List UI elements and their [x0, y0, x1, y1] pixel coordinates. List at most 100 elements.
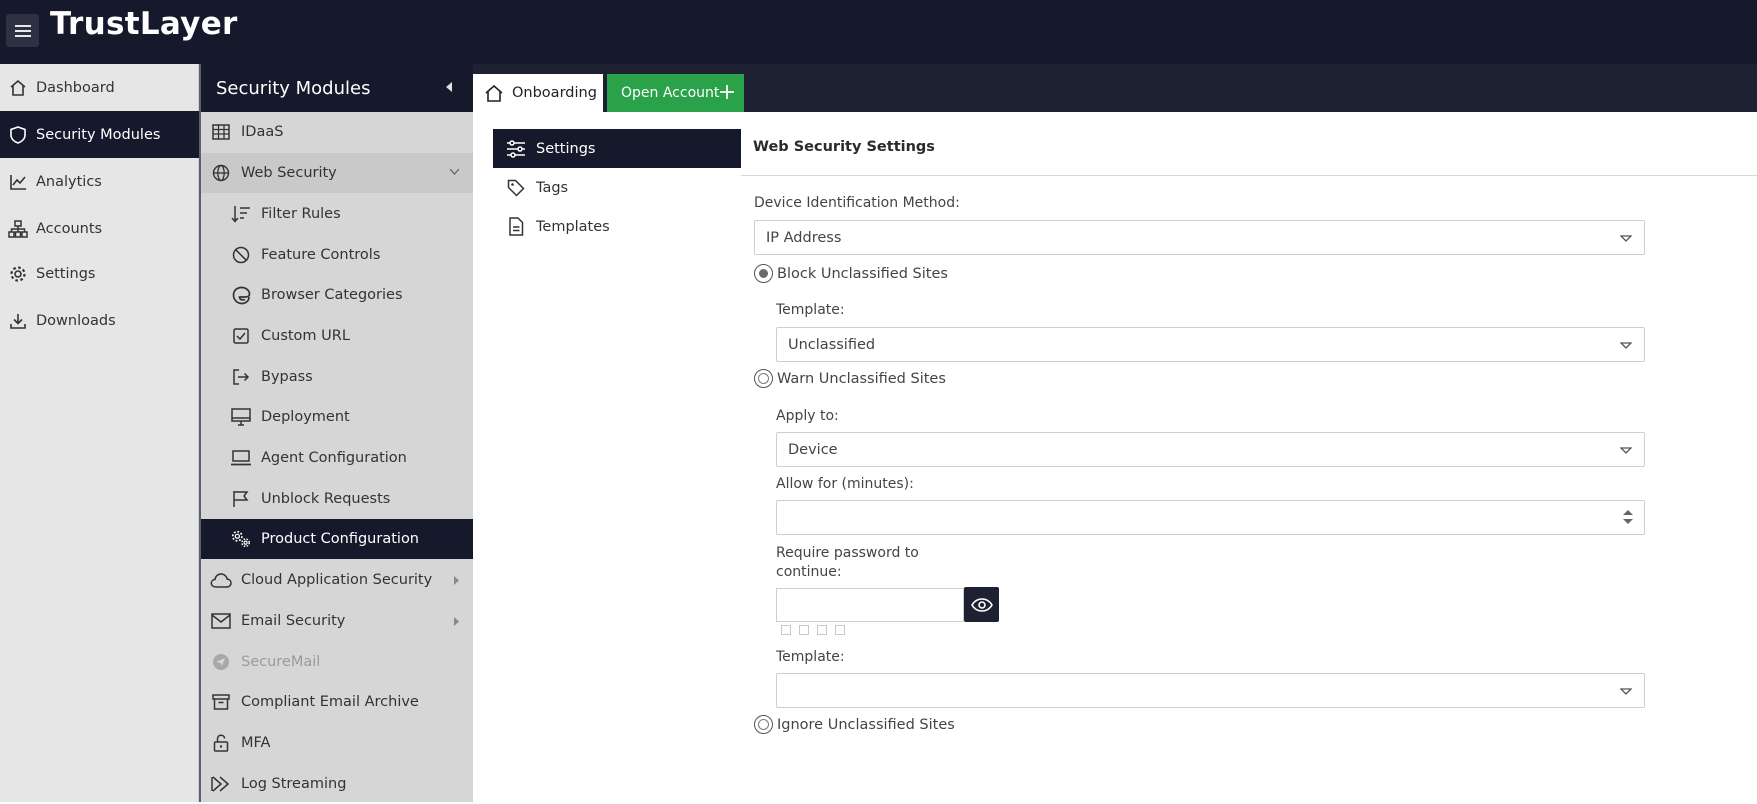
module-web-security[interactable]: Web Security	[201, 153, 473, 193]
toggle-password-visibility-button[interactable]	[964, 587, 999, 622]
module-email-security[interactable]: Email Security	[201, 601, 473, 641]
download-icon	[8, 311, 28, 331]
module-custom-url[interactable]: Custom URL	[201, 316, 473, 356]
device-id-value: IP Address	[766, 229, 842, 246]
module-idaas-label: IDaaS	[241, 124, 284, 140]
number-spinner-icon[interactable]	[1622, 507, 1634, 527]
chevron-down-icon	[1620, 447, 1632, 454]
collapse-panel-button[interactable]	[445, 81, 453, 93]
module-custom-url-label: Custom URL	[261, 328, 350, 344]
primary-sidebar: Dashboard Security Modules Analytics Acc…	[0, 64, 199, 802]
nav-downloads[interactable]: Downloads	[0, 297, 199, 344]
module-compliant-email-archive[interactable]: Compliant Email Archive	[201, 682, 473, 722]
chevron-down-icon	[1620, 235, 1632, 242]
module-feature-controls[interactable]: Feature Controls	[201, 235, 473, 275]
section-title: Web Security Settings	[753, 139, 935, 155]
menu-toggle-button[interactable]	[6, 14, 39, 47]
radio-checked-icon	[754, 264, 773, 283]
document-icon	[505, 217, 527, 236]
require-password-label: Require password to continue:	[776, 544, 919, 582]
ignore-unclassified-radio[interactable]: Ignore Unclassified Sites	[754, 715, 955, 734]
warn-unclassified-label: Warn Unclassified Sites	[777, 370, 946, 387]
globe-icon	[210, 162, 232, 184]
hamburger-icon	[14, 24, 31, 37]
nav-settings-label: Settings	[36, 265, 96, 282]
module-filter-rules-label: Filter Rules	[261, 206, 341, 222]
tab-onboarding-label: Onboarding	[512, 85, 597, 101]
warn-unclassified-radio[interactable]: Warn Unclassified Sites	[754, 369, 946, 388]
device-id-label: Device Identification Method:	[754, 195, 960, 211]
gears-icon	[230, 528, 252, 550]
cloud-icon	[210, 569, 232, 591]
module-agent-configuration[interactable]: Agent Configuration	[201, 438, 473, 478]
module-unblock-requests-label: Unblock Requests	[261, 491, 391, 507]
nav-accounts[interactable]: Accounts	[0, 205, 199, 252]
module-deployment[interactable]: Deployment	[201, 397, 473, 437]
stream-icon	[210, 773, 232, 795]
table-icon	[210, 121, 232, 143]
gear-icon	[8, 264, 28, 284]
flag-icon	[230, 488, 252, 510]
module-mfa[interactable]: MFA	[201, 723, 473, 763]
block-unclassified-label: Block Unclassified Sites	[777, 265, 948, 282]
module-log-streaming[interactable]: Log Streaming	[201, 764, 473, 804]
org-chart-icon	[8, 219, 28, 239]
allow-for-minutes-input[interactable]	[776, 500, 1645, 535]
modules-panel-header: Security Modules	[201, 64, 473, 112]
subnav-templates[interactable]: Templates	[493, 207, 741, 246]
monitor-icon	[230, 406, 252, 428]
nav-dashboard[interactable]: Dashboard	[0, 64, 199, 111]
sliders-icon	[505, 139, 527, 158]
apply-to-select[interactable]: Device	[776, 432, 1645, 467]
module-cloud-application-security-label: Cloud Application Security	[241, 572, 433, 588]
module-securemail[interactable]: SecureMail	[201, 642, 473, 682]
caret-right-icon	[453, 575, 460, 586]
tab-strip: Onboarding Open Account	[473, 64, 1757, 112]
caret-right-icon	[453, 616, 460, 627]
module-unblock-requests[interactable]: Unblock Requests	[201, 479, 473, 519]
nav-settings[interactable]: Settings	[0, 250, 199, 297]
nav-analytics[interactable]: Analytics	[0, 158, 199, 205]
chevron-down-icon	[1620, 688, 1632, 695]
ignore-unclassified-label: Ignore Unclassified Sites	[777, 716, 955, 733]
strength-segment	[799, 625, 809, 635]
device-id-select[interactable]: IP Address	[754, 220, 1645, 255]
module-bypass[interactable]: Bypass	[201, 357, 473, 397]
analytics-icon	[8, 172, 28, 192]
module-product-configuration[interactable]: Product Configuration	[201, 519, 473, 559]
password-input[interactable]	[776, 588, 964, 622]
allow-for-label: Allow for (minutes):	[776, 476, 914, 492]
caret-down-icon	[449, 168, 460, 175]
plus-icon	[720, 85, 734, 99]
apply-to-label: Apply to:	[776, 408, 839, 424]
checkbox-icon	[230, 325, 252, 347]
module-idaas[interactable]: IDaaS	[201, 112, 473, 152]
module-email-security-label: Email Security	[241, 613, 346, 629]
strength-segment	[817, 625, 827, 635]
modules-panel: Security Modules IDaaS Web Security Filt…	[199, 64, 473, 802]
home-icon	[8, 78, 28, 98]
subnav-settings[interactable]: Settings	[493, 129, 741, 168]
subnav-tags-label: Tags	[536, 179, 569, 196]
block-icon	[230, 244, 252, 266]
subnav-tags[interactable]: Tags	[493, 168, 741, 207]
section-divider	[741, 175, 1757, 176]
module-cloud-application-security[interactable]: Cloud Application Security	[201, 560, 473, 600]
brand-logo[interactable]: TrustLayer	[50, 6, 238, 42]
top-bar: TrustLayer	[0, 0, 1757, 64]
nav-downloads-label: Downloads	[36, 312, 116, 329]
module-agent-configuration-label: Agent Configuration	[261, 450, 407, 466]
open-account-button[interactable]: Open Account	[607, 74, 744, 112]
module-bypass-label: Bypass	[261, 369, 313, 385]
block-unclassified-radio[interactable]: Block Unclassified Sites	[754, 264, 948, 283]
home-icon	[484, 84, 504, 102]
warn-template-select[interactable]	[776, 673, 1645, 708]
module-feature-controls-label: Feature Controls	[261, 247, 381, 263]
block-template-select[interactable]: Unclassified	[776, 327, 1645, 362]
tab-onboarding[interactable]: Onboarding	[473, 74, 603, 112]
subnav-templates-label: Templates	[536, 218, 610, 235]
module-filter-rules[interactable]: Filter Rules	[201, 194, 473, 234]
tag-icon	[505, 179, 527, 197]
module-browser-categories[interactable]: Browser Categories	[201, 275, 473, 315]
nav-security-modules[interactable]: Security Modules	[0, 111, 199, 158]
